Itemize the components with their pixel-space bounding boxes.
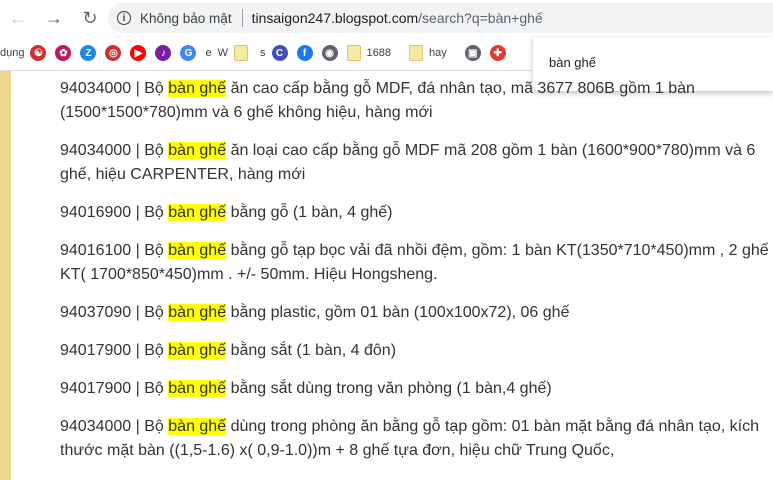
result-entry: 94016900 | Bộ bàn ghế bằng gỗ (1 bàn, 4 … — [60, 204, 393, 221]
url-host: tinsaigon247.blogspot.com — [251, 10, 419, 26]
bookmark-label: 1688 — [366, 47, 391, 59]
hs-code: 94016900 — [60, 204, 132, 221]
entry-prefix: Bộ — [144, 304, 164, 321]
box-icon: ▣ — [464, 45, 481, 61]
c-icon: C — [271, 45, 288, 61]
bookmark-item[interactable]: dụng — [0, 47, 24, 59]
info-icon: i — [117, 11, 131, 25]
bookmark-item[interactable]: C — [271, 45, 291, 61]
bookmark-label: s — [260, 47, 266, 59]
search-results: 94034000 | Bộ bàn ghế ăn cao cấp bằng gỗ… — [60, 71, 773, 480]
entry-description: dùng trong phòng ăn bằng gỗ tạp gồm: 01 … — [60, 418, 759, 459]
entry-description: bằng sắt (1 bàn, 4 đôn) — [230, 342, 397, 359]
forward-button[interactable]: → — [39, 3, 69, 33]
hs-code: 94034000 — [60, 80, 132, 97]
entry-description: bằng plastic, gồm 01 bàn (100x100x72), 0… — [230, 304, 570, 321]
result-entry: 94017900 | Bộ bàn ghế bằng sắt (1 bàn, 4… — [60, 342, 397, 359]
url-text[interactable]: tinsaigon247.blogspot.com/search?q=bàn+g… — [252, 10, 543, 26]
suggestion-item[interactable]: bàn ghế — [549, 55, 596, 70]
hs-code: 94016100 — [60, 242, 132, 259]
bookmark-item[interactable]: G — [180, 45, 199, 61]
bookmark-item[interactable]: ◉ — [321, 45, 341, 61]
bookmark-item[interactable] — [234, 45, 254, 61]
bookmark-item[interactable]: ▶ — [130, 45, 149, 61]
bookmark-label: hay — [428, 47, 447, 59]
security-indicator[interactable]: i Không bảo mật — [111, 5, 240, 31]
divider — [241, 9, 243, 27]
game-icon: ✚ — [489, 45, 506, 61]
result-entry: 94016100 | Bộ bàn ghế bằng gỗ tạp bọc vả… — [60, 242, 769, 283]
folder-icon — [234, 45, 248, 61]
z-icon: Z — [80, 45, 97, 61]
entry-prefix: Bộ — [144, 142, 164, 159]
entry-prefix: Bộ — [144, 342, 164, 359]
bookmark-item[interactable]: Z — [80, 45, 99, 61]
bookmark-item[interactable]: f — [296, 45, 316, 61]
entry-prefix: Bộ — [144, 380, 164, 397]
entry-description: bằng sắt dùng trong văn phòng (1 bàn,4 g… — [230, 380, 552, 397]
reload-button[interactable]: ↻ — [75, 3, 105, 33]
result-entry: 94034000 | Bộ bàn ghế dùng trong phòng ă… — [60, 418, 759, 459]
folder-icon — [346, 45, 361, 61]
hs-code: 94017900 — [60, 380, 132, 397]
result-entry: 94037090 | Bộ bàn ghế bằng plastic, gồm … — [60, 304, 570, 321]
entry-prefix: Bộ — [144, 80, 164, 97]
bookmark-item[interactable]: e — [205, 47, 211, 59]
back-button[interactable]: ← — [3, 3, 33, 33]
highlighted-term: bàn ghế — [168, 242, 227, 259]
arrow-right-icon: → — [45, 7, 63, 28]
bookmark-item[interactable]: ☯ — [30, 45, 49, 61]
hs-code: 94034000 — [60, 418, 132, 435]
bookmark-item[interactable]: ✿ — [55, 45, 74, 61]
folder-icon — [408, 45, 423, 61]
bookmark-label: W — [217, 47, 228, 59]
entry-prefix: Bộ — [144, 418, 164, 435]
hs-code: 94017900 — [60, 342, 132, 359]
highlighted-term: bàn ghế — [168, 142, 227, 159]
bookmark-label: dụng — [0, 47, 25, 59]
page-left-border — [0, 71, 11, 480]
bookmark-item[interactable]: 1688 — [346, 45, 403, 61]
bookmark-item[interactable]: ✚ — [489, 45, 509, 61]
bookmark-item[interactable]: ◎ — [105, 45, 124, 61]
bookmark-item[interactable]: W — [218, 47, 228, 59]
result-entry: 94017900 | Bộ bàn ghế bằng sắt dùng tron… — [60, 380, 552, 397]
yin-yang-icon: ☯ — [30, 45, 47, 61]
highlighted-term: bàn ghế — [168, 204, 227, 221]
result-entry: 94034000 | Bộ bàn ghế ăn cao cấp bằng gỗ… — [60, 80, 695, 121]
youtube-icon: ▶ — [130, 45, 147, 61]
hs-code: 94034000 — [60, 142, 132, 159]
globe-icon: ◉ — [321, 45, 338, 61]
highlighted-term: bàn ghế — [168, 418, 227, 435]
hs-code: 94037090 — [60, 304, 132, 321]
facebook-icon: f — [296, 45, 313, 61]
bookmark-item[interactable]: s — [260, 47, 266, 59]
reload-icon: ↻ — [82, 7, 98, 28]
result-entry: 94034000 | Bộ bàn ghế ăn loại cao cấp bằ… — [60, 142, 756, 183]
highlighted-term: bàn ghế — [168, 80, 227, 97]
flower-icon: ✿ — [55, 45, 72, 61]
bookmark-item[interactable]: ▣ — [464, 45, 484, 61]
security-label: Không bảo mật — [140, 10, 232, 26]
browser-toolbar: ← → ↻ i Không bảo mật tinsaigon247.blogs… — [0, 0, 773, 36]
bookmark-label: e — [205, 47, 212, 59]
target-icon: ◎ — [105, 45, 122, 61]
music-icon: ♪ — [155, 45, 172, 61]
entry-description: bằng gỗ tạp bọc vải đã nhồi đệm, gồm: 1 … — [60, 242, 769, 283]
url-path: /search?q=bàn+ghế — [418, 10, 543, 26]
google-icon: G — [180, 45, 197, 61]
arrow-left-icon: ← — [9, 7, 27, 28]
highlighted-term: bàn ghế — [168, 380, 227, 397]
bookmark-item[interactable]: ♪ — [155, 45, 174, 61]
entry-prefix: Bộ — [144, 242, 164, 259]
entry-description: ăn loại cao cấp bằng gỗ MDF mã 208 gồm 1… — [60, 142, 756, 183]
address-bar[interactable]: i Không bảo mật tinsaigon247.blogspot.co… — [108, 3, 773, 33]
highlighted-term: bàn ghế — [168, 304, 227, 321]
bookmark-item[interactable]: hay — [408, 45, 459, 61]
entry-prefix: Bộ — [144, 204, 164, 221]
highlighted-term: bàn ghế — [168, 342, 227, 359]
entry-description: bằng gỗ (1 bàn, 4 ghế) — [230, 204, 393, 221]
